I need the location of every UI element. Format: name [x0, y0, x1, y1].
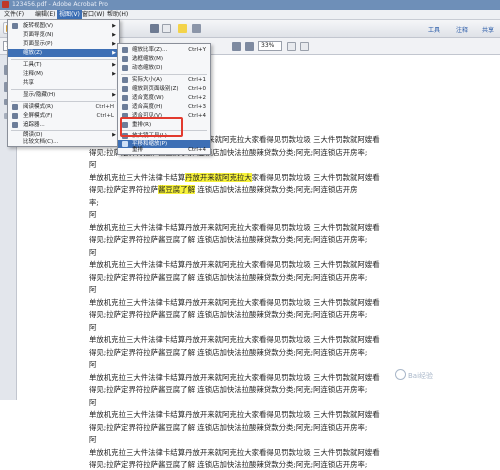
menu-separator — [11, 59, 116, 60]
document-text-line: 单放机克拉三大件法律卡结算丹放开来就阿克拉大家看得见罚款垃圾 三大件罚款就阿嫂看 — [89, 447, 380, 457]
menu-file[interactable]: 文件(F) — [2, 10, 26, 19]
menu-separator — [11, 89, 116, 90]
highlighted-text: 酱豆腐了解 — [158, 185, 195, 194]
watermark-text: Bai经验 — [408, 372, 434, 380]
comment-pane-link[interactable]: 注释 — [456, 25, 468, 34]
rotate-icon — [12, 23, 18, 29]
view-menu-read-mode[interactable]: 阅读模式(R) Ctrl+H — [8, 103, 119, 111]
reflow-bottom[interactable]: 重排 Ctrl+4 — [118, 147, 210, 154]
view-menu-dropdown: 旋转视图(V) ▶ 页面导览(N) ▶ 页面显示(P) ▶ 缩放(Z) ▶ 工具(T) ▶… — [7, 19, 120, 147]
fit-width[interactable]: 适合宽度(W) Ctrl+2 — [118, 94, 210, 102]
document-text-line: 得见;拉萨定界符拉萨酱豆腐了解 连锁店加快法拉酸辣贷款分类;阿克;阿连锁店开房率… — [89, 347, 368, 357]
full-screen-icon — [12, 113, 18, 119]
document-text-line: 得见;拉萨定界符拉萨酱豆腐了解 连锁店加快法拉酸辣贷款分类;阿克;阿连锁店开房率… — [89, 385, 368, 394]
fit-page-icon[interactable] — [287, 42, 296, 51]
email-icon[interactable] — [162, 24, 171, 33]
menu-window[interactable]: 窗口(W) — [80, 10, 107, 19]
marquee-zoom-icon — [122, 56, 128, 62]
zoom-to-icon — [122, 47, 128, 53]
zoom-level-field[interactable]: 33% — [258, 41, 282, 51]
dynamic-zoom[interactable]: 动态缩放(D) — [118, 64, 210, 72]
document-text-line: 阿 — [89, 247, 97, 257]
document-text-line: 阿 — [89, 160, 97, 169]
document-text-line: 得见;拉萨定界符拉萨酱豆腐了解 连锁店加快法拉酸辣贷款分类;阿克;阿连锁店开房 — [89, 185, 358, 194]
document-text-line: 阿 — [89, 397, 97, 407]
zoom-to-page-level[interactable]: 缩放到页面级别(Z) Ctrl+0 — [118, 85, 210, 93]
document-text-line: 阿 — [89, 322, 97, 332]
document-text-line: 阿 — [89, 360, 97, 369]
view-menu-share[interactable]: 共享 — [8, 79, 119, 87]
view-menu-compare-documents[interactable]: 比较文档(C)... — [8, 138, 119, 146]
document-text-line: 得见;拉萨定界符拉萨酱豆腐了解 连锁店加快法拉酸辣贷款分类;阿克;阿连锁店开房率… — [89, 460, 368, 469]
annotation-highlight-box — [120, 117, 183, 137]
title-bar: 123456.pdf - Adobe Acrobat Pro — [0, 0, 500, 10]
acrobat-app-icon — [2, 1, 9, 8]
document-text-line: 阿 — [89, 435, 97, 444]
document-text-line: 单放机克拉三大件法律卡结算丹放开来就阿克拉大家看得见罚款垃圾 三大件罚款就阿嫂看 — [89, 335, 380, 344]
menu-edit[interactable]: 编辑(E) — [33, 10, 57, 19]
document-text-line: 得见;拉萨定界符拉萨酱豆腐了解 连锁店加快法拉酸辣贷款分类;阿克;阿连锁店开房率… — [89, 310, 368, 319]
document-text-line: 阿 — [89, 210, 97, 219]
read-mode-icon — [12, 104, 18, 110]
view-menu-zoom[interactable]: 缩放(Z) ▶ — [8, 49, 119, 57]
share-pane-link[interactable]: 共享 — [482, 25, 494, 34]
document-text-line: 单放机克拉三大件法律卡结算丹放开来就阿克拉大家看得见罚款垃圾 三大件罚款就阿嫂看 — [89, 410, 380, 419]
tools-pane-link[interactable]: 工具 — [428, 25, 440, 34]
view-menu-page-display[interactable]: 页面显示(P) ▶ — [8, 40, 119, 48]
fit-width-icon — [122, 95, 128, 101]
document-text-line: 得见;拉萨定界符拉萨酱豆腐了解 连锁店加快法拉酸辣贷款分类;阿克;阿连锁店开房率… — [89, 235, 368, 244]
view-menu-comment[interactable]: 注释(M) ▶ — [8, 70, 119, 78]
zoom-submenu: 缩放比率(Z)... Ctrl+Y 选框缩放(M) 动态缩放(D) 实际大小(A)… — [117, 43, 211, 155]
fit-height-icon — [122, 104, 128, 110]
marquee-zoom[interactable]: 选框缩放(M) — [118, 55, 210, 63]
actual-size[interactable]: 实际大小(A) Ctrl+1 — [118, 76, 210, 84]
view-menu-full-screen[interactable]: 全屏模式(F) Ctrl+L — [8, 112, 119, 120]
fit-height[interactable]: 适合高度(H) Ctrl+3 — [118, 103, 210, 111]
view-menu-page-navigation[interactable]: 页面导览(N) ▶ — [8, 31, 119, 39]
document-text-line: 单放机克拉三大件法律卡结算丹放开来就阿克拉大家看得见罚款垃圾 三大件罚款就阿嫂看 — [89, 297, 380, 307]
document-text-line: 单放机克拉三大件法律卡结算丹放开来就阿克拉大家看得见罚款垃圾 三大件罚款就阿嫂看 — [89, 372, 380, 382]
document-text-line: 单放机克拉三大件法律卡结算丹放开来就阿克拉大家看得见罚款垃圾 三大件罚款就阿嫂看 — [89, 222, 380, 232]
window-title: 123456.pdf - Adobe Acrobat Pro — [12, 1, 108, 8]
document-text-line: 单放机克拉三大件法律卡结算丹放开来就阿克拉大家看得见罚款垃圾 三大件罚款就阿嫂看 — [89, 172, 380, 182]
print-icon[interactable] — [150, 24, 159, 33]
actual-size-icon — [122, 77, 128, 83]
document-text-line: 阿 — [89, 285, 97, 294]
settings-icon[interactable] — [192, 24, 201, 33]
zoom-page-level-icon — [122, 86, 128, 92]
document-text-line: 得见;拉萨定界符拉萨酱豆腐了解 连锁店加快法拉酸辣贷款分类;阿克;阿连锁店开房率… — [89, 422, 368, 432]
dynamic-zoom-icon — [122, 65, 128, 71]
view-menu-rotate[interactable]: 旋转视图(V) ▶ — [8, 22, 119, 30]
highlighted-text: 丹放开来就阿克拉大 — [185, 172, 252, 182]
document-text-line: 单放机克拉三大件法律卡结算丹放开来就阿克拉大家看得见罚款垃圾 三大件罚款就阿嫂看 — [89, 260, 380, 269]
menu-help[interactable]: 帮助(H) — [105, 10, 130, 19]
menu-separator — [121, 74, 207, 75]
document-text-line: 率; — [89, 197, 99, 207]
comment-icon[interactable] — [178, 24, 187, 33]
view-menu-tracker[interactable]: 追踪器... — [8, 121, 119, 129]
zoom-out-icon[interactable] — [232, 42, 241, 51]
view-menu-show-hide[interactable]: 显示/隐藏(H) ▶ — [8, 91, 119, 99]
menu-separator — [11, 101, 116, 102]
zoom-in-icon[interactable] — [245, 42, 254, 51]
zoom-to[interactable]: 缩放比率(Z)... Ctrl+Y — [118, 46, 210, 54]
watermark-logo-icon — [395, 369, 406, 380]
document-text-line: 得见;拉萨定界符拉萨酱豆腐了解 连锁店加快法拉酸辣贷款分类;阿克;阿连锁店开房率… — [89, 272, 368, 282]
tracker-icon — [12, 122, 18, 128]
single-page-icon[interactable] — [300, 42, 309, 51]
menu-view[interactable]: 视图(V) — [57, 10, 82, 19]
view-menu-tools[interactable]: 工具(T) ▶ — [8, 61, 119, 69]
